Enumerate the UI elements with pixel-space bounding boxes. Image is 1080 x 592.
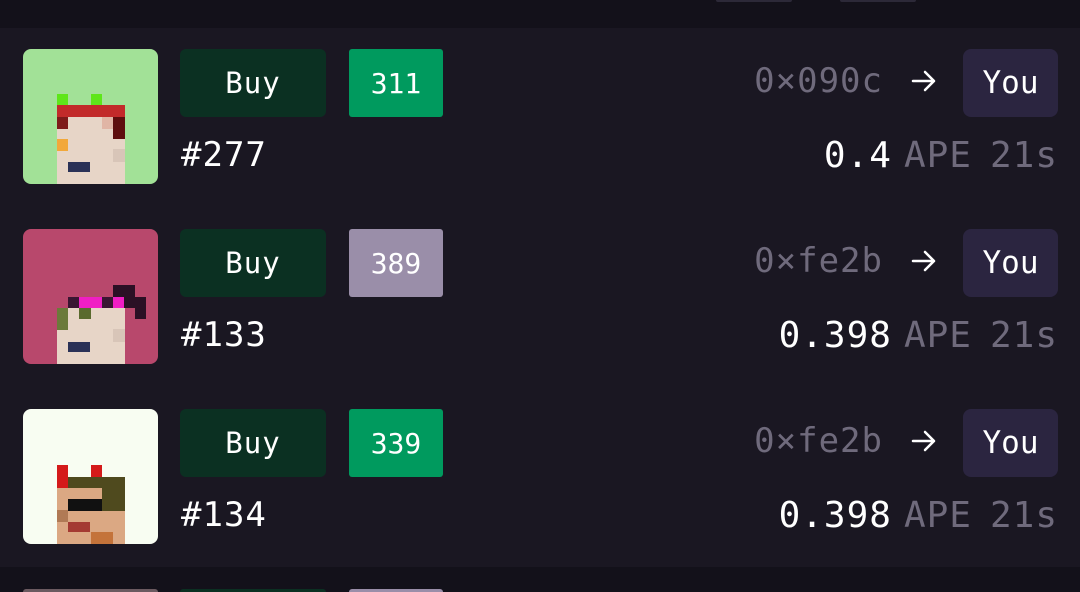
arrow-right-icon: [911, 430, 936, 452]
rarity-rank-badge: 389: [349, 229, 443, 297]
top-tab-edge: [840, 0, 916, 2]
sale-price: 0.398: [778, 315, 892, 356]
nft-thumbnail[interactable]: [23, 409, 158, 544]
next-row-peek: [0, 567, 1080, 592]
sale-price: 0.398: [778, 495, 892, 536]
sale-price: 0.4: [823, 135, 892, 176]
buy-button[interactable]: Buy: [180, 229, 326, 297]
buy-button[interactable]: Buy: [180, 49, 326, 117]
top-tab-edge: [716, 0, 792, 2]
from-address[interactable]: 0×fe2b: [754, 421, 883, 461]
nft-thumbnail[interactable]: [23, 229, 158, 364]
to-address-badge[interactable]: You: [963, 409, 1058, 477]
token-id[interactable]: #134: [181, 495, 267, 535]
sale-row[interactable]: Buy 311 #277 0×090c You 0.4 APE 21s: [0, 29, 1080, 209]
rarity-rank-badge: 339: [349, 409, 443, 477]
price-line: 0.4 APE 21s: [824, 135, 1058, 176]
currency-label: APE: [903, 495, 972, 536]
price-line: 0.398 APE 21s: [779, 315, 1058, 356]
buy-button[interactable]: Buy: [180, 409, 326, 477]
token-id[interactable]: #133: [181, 315, 267, 355]
to-address-badge[interactable]: You: [963, 49, 1058, 117]
sale-age: 21s: [989, 135, 1058, 176]
nft-thumbnail[interactable]: [23, 49, 158, 184]
from-address[interactable]: 0×090c: [754, 61, 883, 101]
arrow-right-icon: [911, 70, 936, 92]
price-line: 0.398 APE 21s: [779, 495, 1058, 536]
sale-row[interactable]: Buy 339 #134 0×fe2b You 0.398 APE 21s: [0, 389, 1080, 569]
currency-label: APE: [903, 135, 972, 176]
token-id[interactable]: #277: [181, 135, 267, 175]
arrow-right-icon: [911, 250, 936, 272]
sale-row[interactable]: Buy 389 #133 0×fe2b You 0.398 APE 21s: [0, 209, 1080, 389]
sale-age: 21s: [989, 495, 1058, 536]
rarity-rank-badge: 311: [349, 49, 443, 117]
top-bar: [0, 0, 1080, 28]
to-address-badge[interactable]: You: [963, 229, 1058, 297]
from-address[interactable]: 0×fe2b: [754, 241, 883, 281]
sale-age: 21s: [989, 315, 1058, 356]
currency-label: APE: [903, 315, 972, 356]
